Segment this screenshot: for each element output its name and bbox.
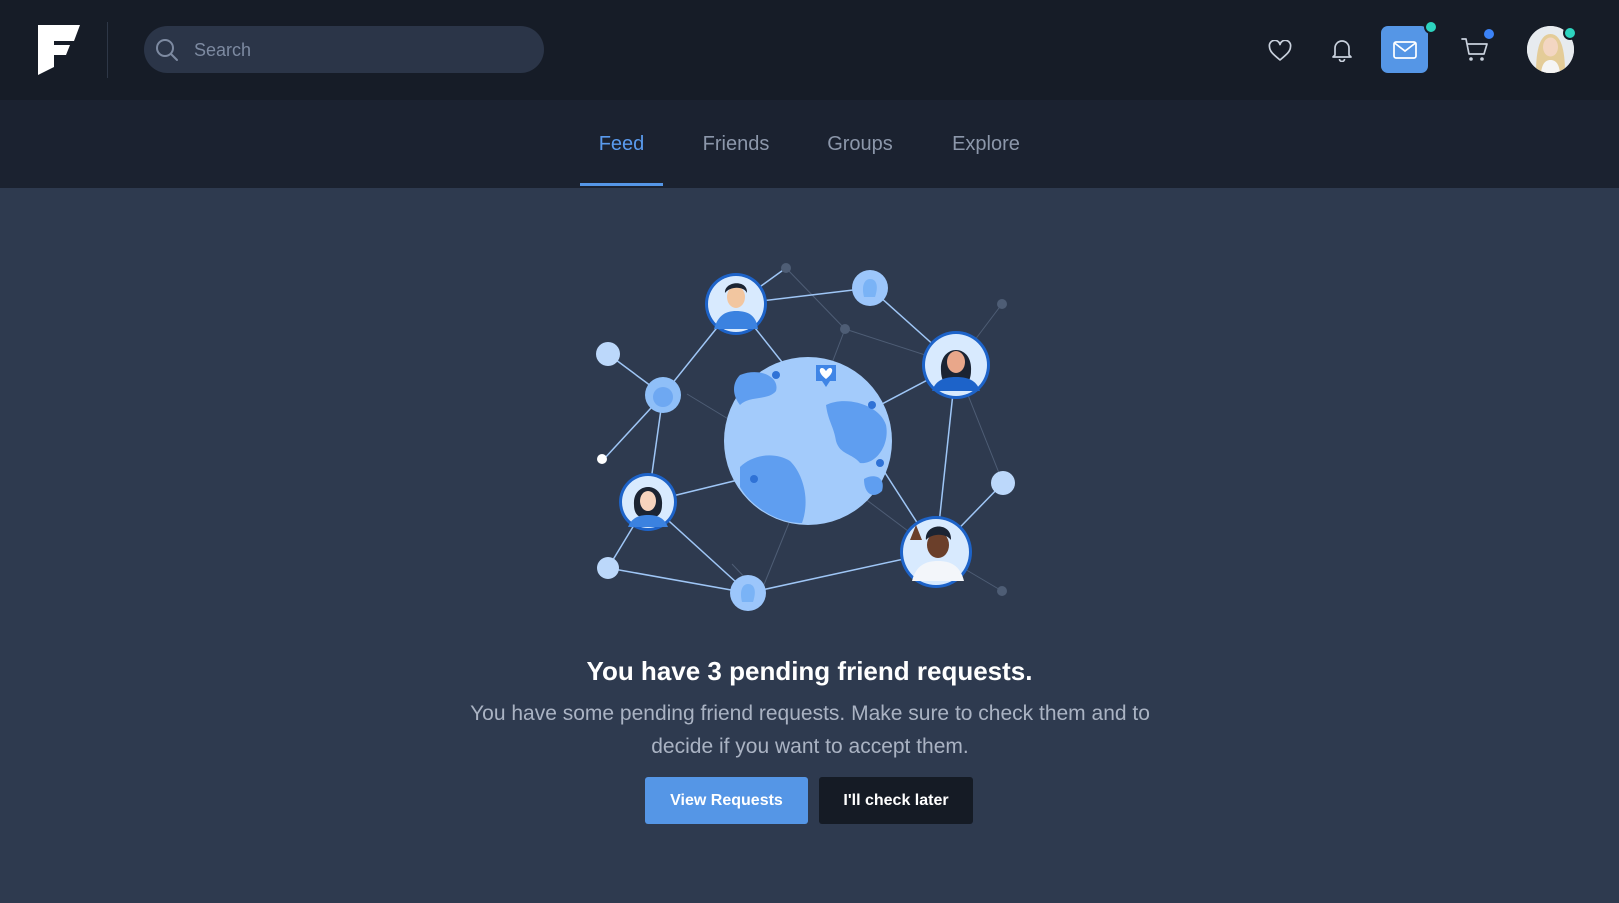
view-requests-button[interactable]: View Requests [645, 777, 808, 824]
active-tab-indicator [580, 183, 663, 186]
page-description: You have some pending friend requests. M… [470, 702, 1150, 758]
header-divider [107, 22, 108, 78]
nav-bar: Feed Friends Groups Explore [0, 100, 1619, 188]
tab-feed-label: Feed [598, 132, 645, 155]
tab-groups[interactable]: Groups [817, 100, 903, 188]
messages-button[interactable] [1381, 26, 1428, 73]
cart-icon [1461, 38, 1488, 61]
tab-groups-label: Groups [827, 132, 893, 155]
cart-badge [1484, 29, 1494, 39]
tab-explore[interactable]: Explore [943, 100, 1029, 188]
notifications-button[interactable] [1326, 34, 1358, 66]
check-later-button[interactable]: I'll check later [819, 777, 973, 824]
heart-button[interactable] [1264, 35, 1296, 67]
logo-icon[interactable] [38, 25, 80, 75]
bell-icon [1332, 40, 1352, 62]
tab-friends-label: Friends [702, 132, 770, 155]
messages-badge [1424, 20, 1438, 34]
search-input[interactable] [192, 26, 526, 75]
page-headline: You have 3 pending friend requests. [586, 656, 1033, 686]
network-illustration [596, 263, 1015, 611]
mail-icon [1392, 40, 1417, 59]
search-icon [156, 39, 178, 61]
heart-icon [1268, 40, 1292, 61]
online-status-dot [1563, 26, 1577, 40]
tab-friends[interactable]: Friends [693, 100, 779, 188]
top-bar [0, 0, 1619, 100]
tab-explore-label: Explore [952, 132, 1020, 155]
search-bar[interactable] [144, 26, 544, 75]
tab-feed[interactable]: Feed [580, 100, 663, 188]
